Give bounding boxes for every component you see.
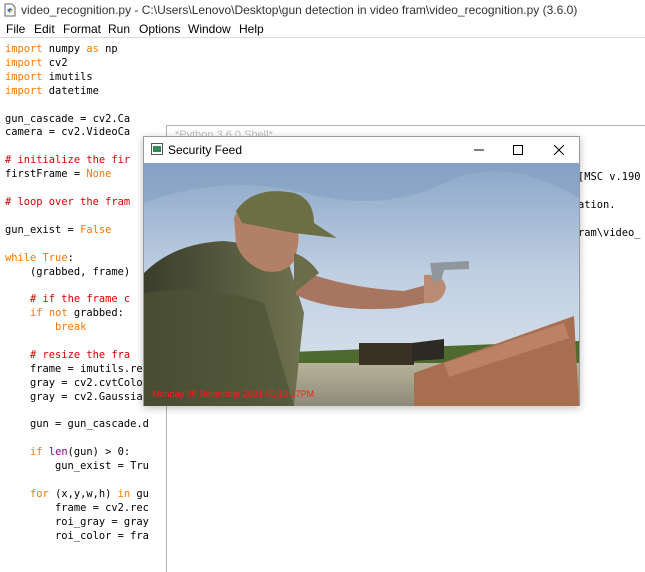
code-line: ​ [5,140,149,154]
code-line: (grabbed, frame) [5,265,131,278]
code-line: ​ [5,474,149,488]
code-line: break [55,321,87,334]
menu-window[interactable]: Window [188,22,231,36]
shell-line: [MSC v.190 [578,171,641,183]
close-icon [554,145,564,155]
menu-file[interactable]: File [6,22,25,36]
menu-run[interactable]: Run [108,22,130,36]
code-line: if not grabbed: [30,307,124,320]
code-line: ​ [5,182,149,196]
code-line: ​ [5,238,149,252]
code-line: import numpy as np [5,43,118,55]
code-line: if len(gun) > 0: [30,446,131,459]
menu-format[interactable]: Format [63,22,101,36]
code-line: ​ [5,210,149,224]
code-line: # loop over the fram [5,195,131,208]
code-line: ​ [5,405,149,419]
shell-line: ram\video_ [578,227,641,239]
code-line: ​ [5,432,149,446]
feed-titlebar[interactable]: Security Feed [144,137,579,163]
code-line: ​ [5,279,149,293]
code-line: while True: [5,251,74,264]
code-line: import cv2 [5,56,68,69]
editor-titlebar: video_recognition.py - C:\Users\Lenovo\D… [0,0,645,20]
code-line: firstFrame = None [5,168,112,181]
feed-title: Security Feed [168,143,243,157]
code-line: import datetime [5,84,99,97]
code-line: # if the frame c [30,293,131,306]
code-line: roi_color = fra [5,529,149,542]
timestamp-overlay: Monday 08 November 2021 05:12:17PM [152,389,315,399]
code-line: gun_exist = Tru [5,460,149,473]
code-line: roi_gray = gray [5,515,149,528]
code-line: frame = imutils.res [5,362,149,375]
code-line: gray = cv2.Gaussian [5,390,149,403]
code-line: gun_exist = False [5,223,112,236]
opencv-window-icon [151,143,163,155]
code-line: gray = cv2.cvtColor [5,376,149,389]
video-frame-image [144,163,579,406]
code-line: frame = cv2.rec [5,501,149,514]
maximize-button[interactable] [498,137,538,163]
code-line: ​ [5,99,149,113]
menu-options[interactable]: Options [139,22,180,36]
menu-help[interactable]: Help [239,22,264,36]
code-line: ​ [5,335,149,349]
code-line: import imutils [5,70,93,83]
code-line: for (x,y,w,h) in gu [30,488,149,500]
code-text[interactable]: import numpy as np import cv2 import imuti… [5,43,149,544]
shell-line: ation. [578,199,616,211]
minimize-icon [474,149,484,151]
security-feed-window[interactable]: Security Feed Monday 08 November 2021 05… [143,136,580,406]
close-button[interactable] [539,137,579,163]
menu-edit[interactable]: Edit [34,22,55,36]
code-line: gun_cascade = cv2.Ca [5,112,131,125]
code-line: # resize the fra [30,348,131,361]
window-title: video_recognition.py - C:\Users\Lenovo\D… [21,3,578,17]
video-frame: Monday 08 November 2021 05:12:17PM [144,163,579,406]
idle-file-icon [4,3,16,17]
code-line: # initialize the fir [5,154,131,167]
minimize-button[interactable] [459,137,499,163]
menu-bar: File Edit Format Run Options Window Help [0,20,645,38]
code-line: camera = cv2.VideoCa [5,126,131,139]
code-line: gun = gun_cascade.d [5,418,149,431]
maximize-icon [513,145,523,155]
